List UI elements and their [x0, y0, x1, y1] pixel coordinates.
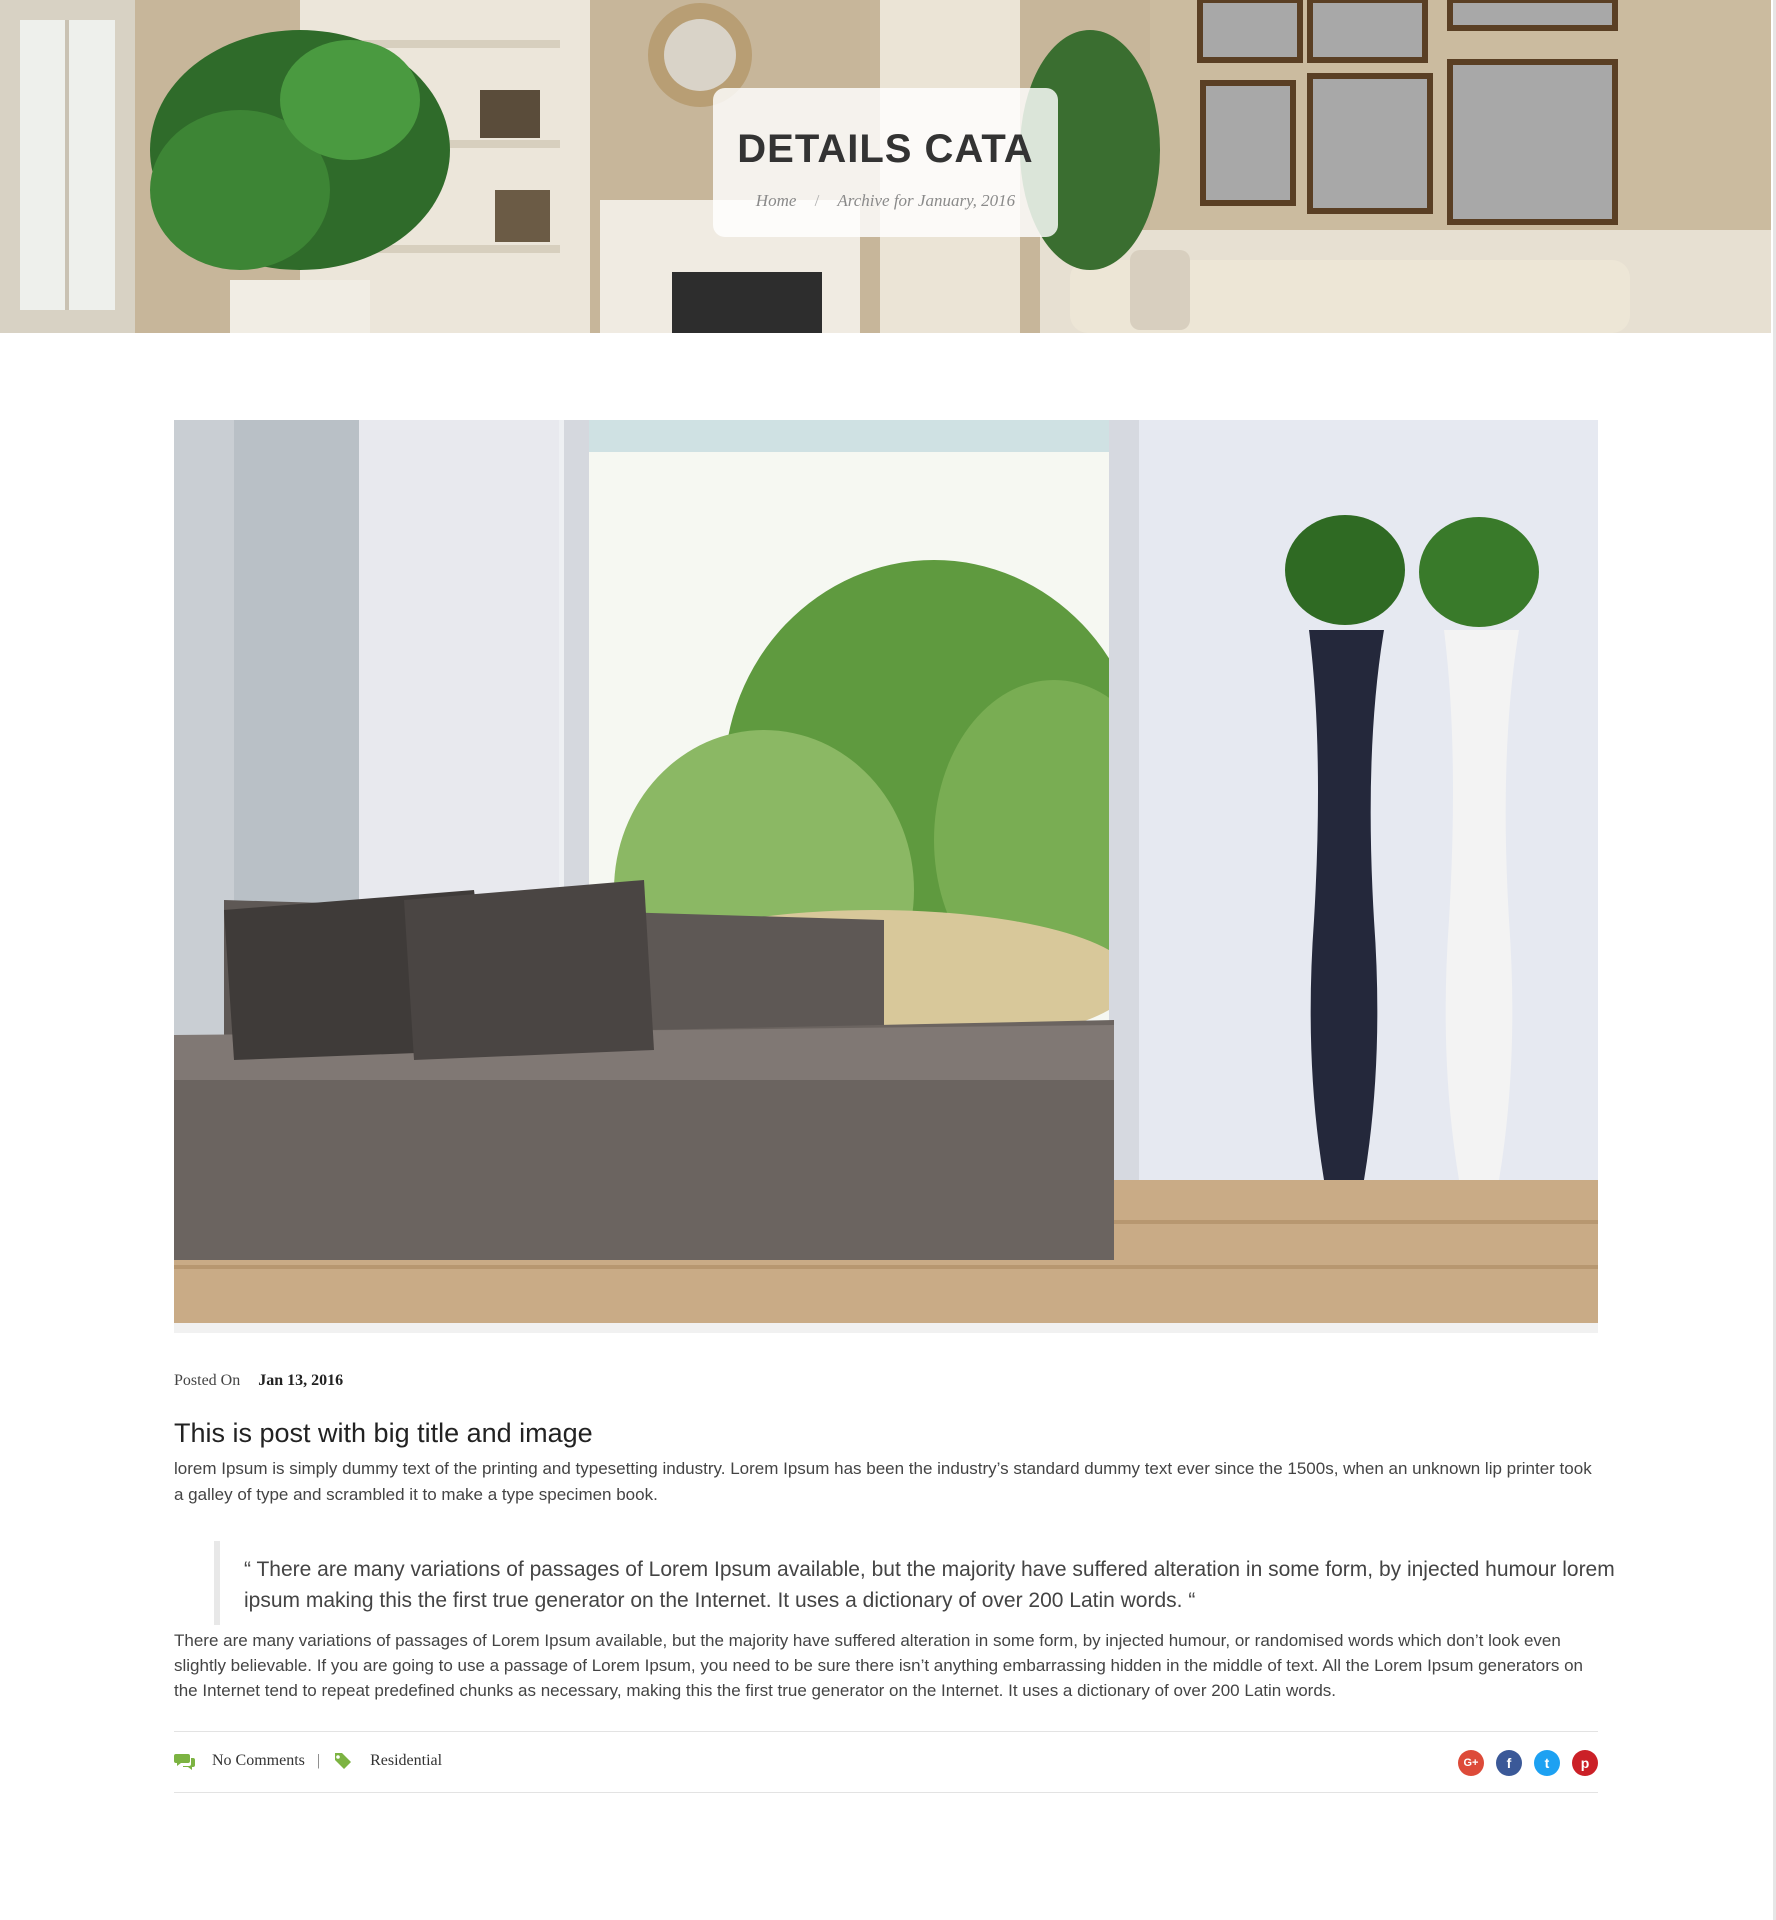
twitter-icon[interactable]: t	[1534, 1750, 1560, 1776]
page-title: DETAILS CATA	[737, 127, 1034, 171]
posted-on-label: Posted On	[174, 1372, 241, 1389]
footer-separator: |	[316, 1752, 321, 1769]
google-plus-icon[interactable]: G+	[1458, 1750, 1484, 1776]
featured-image-shadow	[174, 1323, 1598, 1333]
tag-icon	[334, 1753, 352, 1769]
post-blockquote: “ There are many variations of passages …	[214, 1541, 1638, 1625]
facebook-icon[interactable]: f	[1496, 1750, 1522, 1776]
breadcrumb: Home / Archive for January, 2016	[713, 191, 1058, 211]
comments-link[interactable]: No Comments	[212, 1752, 305, 1770]
pinterest-icon[interactable]: p	[1572, 1750, 1598, 1776]
post-tags-bar: No Comments | Residential	[174, 1752, 442, 1770]
breadcrumb-home-link[interactable]: Home	[756, 191, 797, 210]
featured-image[interactable]	[174, 420, 1598, 1323]
post-footer: No Comments | Residential G+ f t p	[174, 1731, 1598, 1793]
breadcrumb-current: Archive for January, 2016	[837, 191, 1016, 210]
hero-title-box: DETAILS CATA Home / Archive for January,…	[713, 88, 1058, 237]
post-title[interactable]: This is post with big title and image	[174, 1417, 593, 1449]
comments-icon	[174, 1754, 195, 1770]
post-intro: lorem Ipsum is simply dummy text of the …	[174, 1459, 1592, 1504]
category-link[interactable]: Residential	[370, 1752, 442, 1770]
breadcrumb-separator: /	[814, 191, 820, 210]
hero-banner: DETAILS CATA Home / Archive for January,…	[0, 0, 1771, 333]
featured-image-scene	[174, 420, 1598, 1323]
post-date: Jan 13, 2016	[258, 1372, 344, 1389]
post-body: There are many variations of passages of…	[174, 1631, 1583, 1700]
post-meta: Posted On Jan 13, 2016	[174, 1372, 343, 1390]
social-share-buttons: G+ f t p	[1458, 1750, 1598, 1776]
blockquote-text: “ There are many variations of passages …	[244, 1558, 1615, 1612]
